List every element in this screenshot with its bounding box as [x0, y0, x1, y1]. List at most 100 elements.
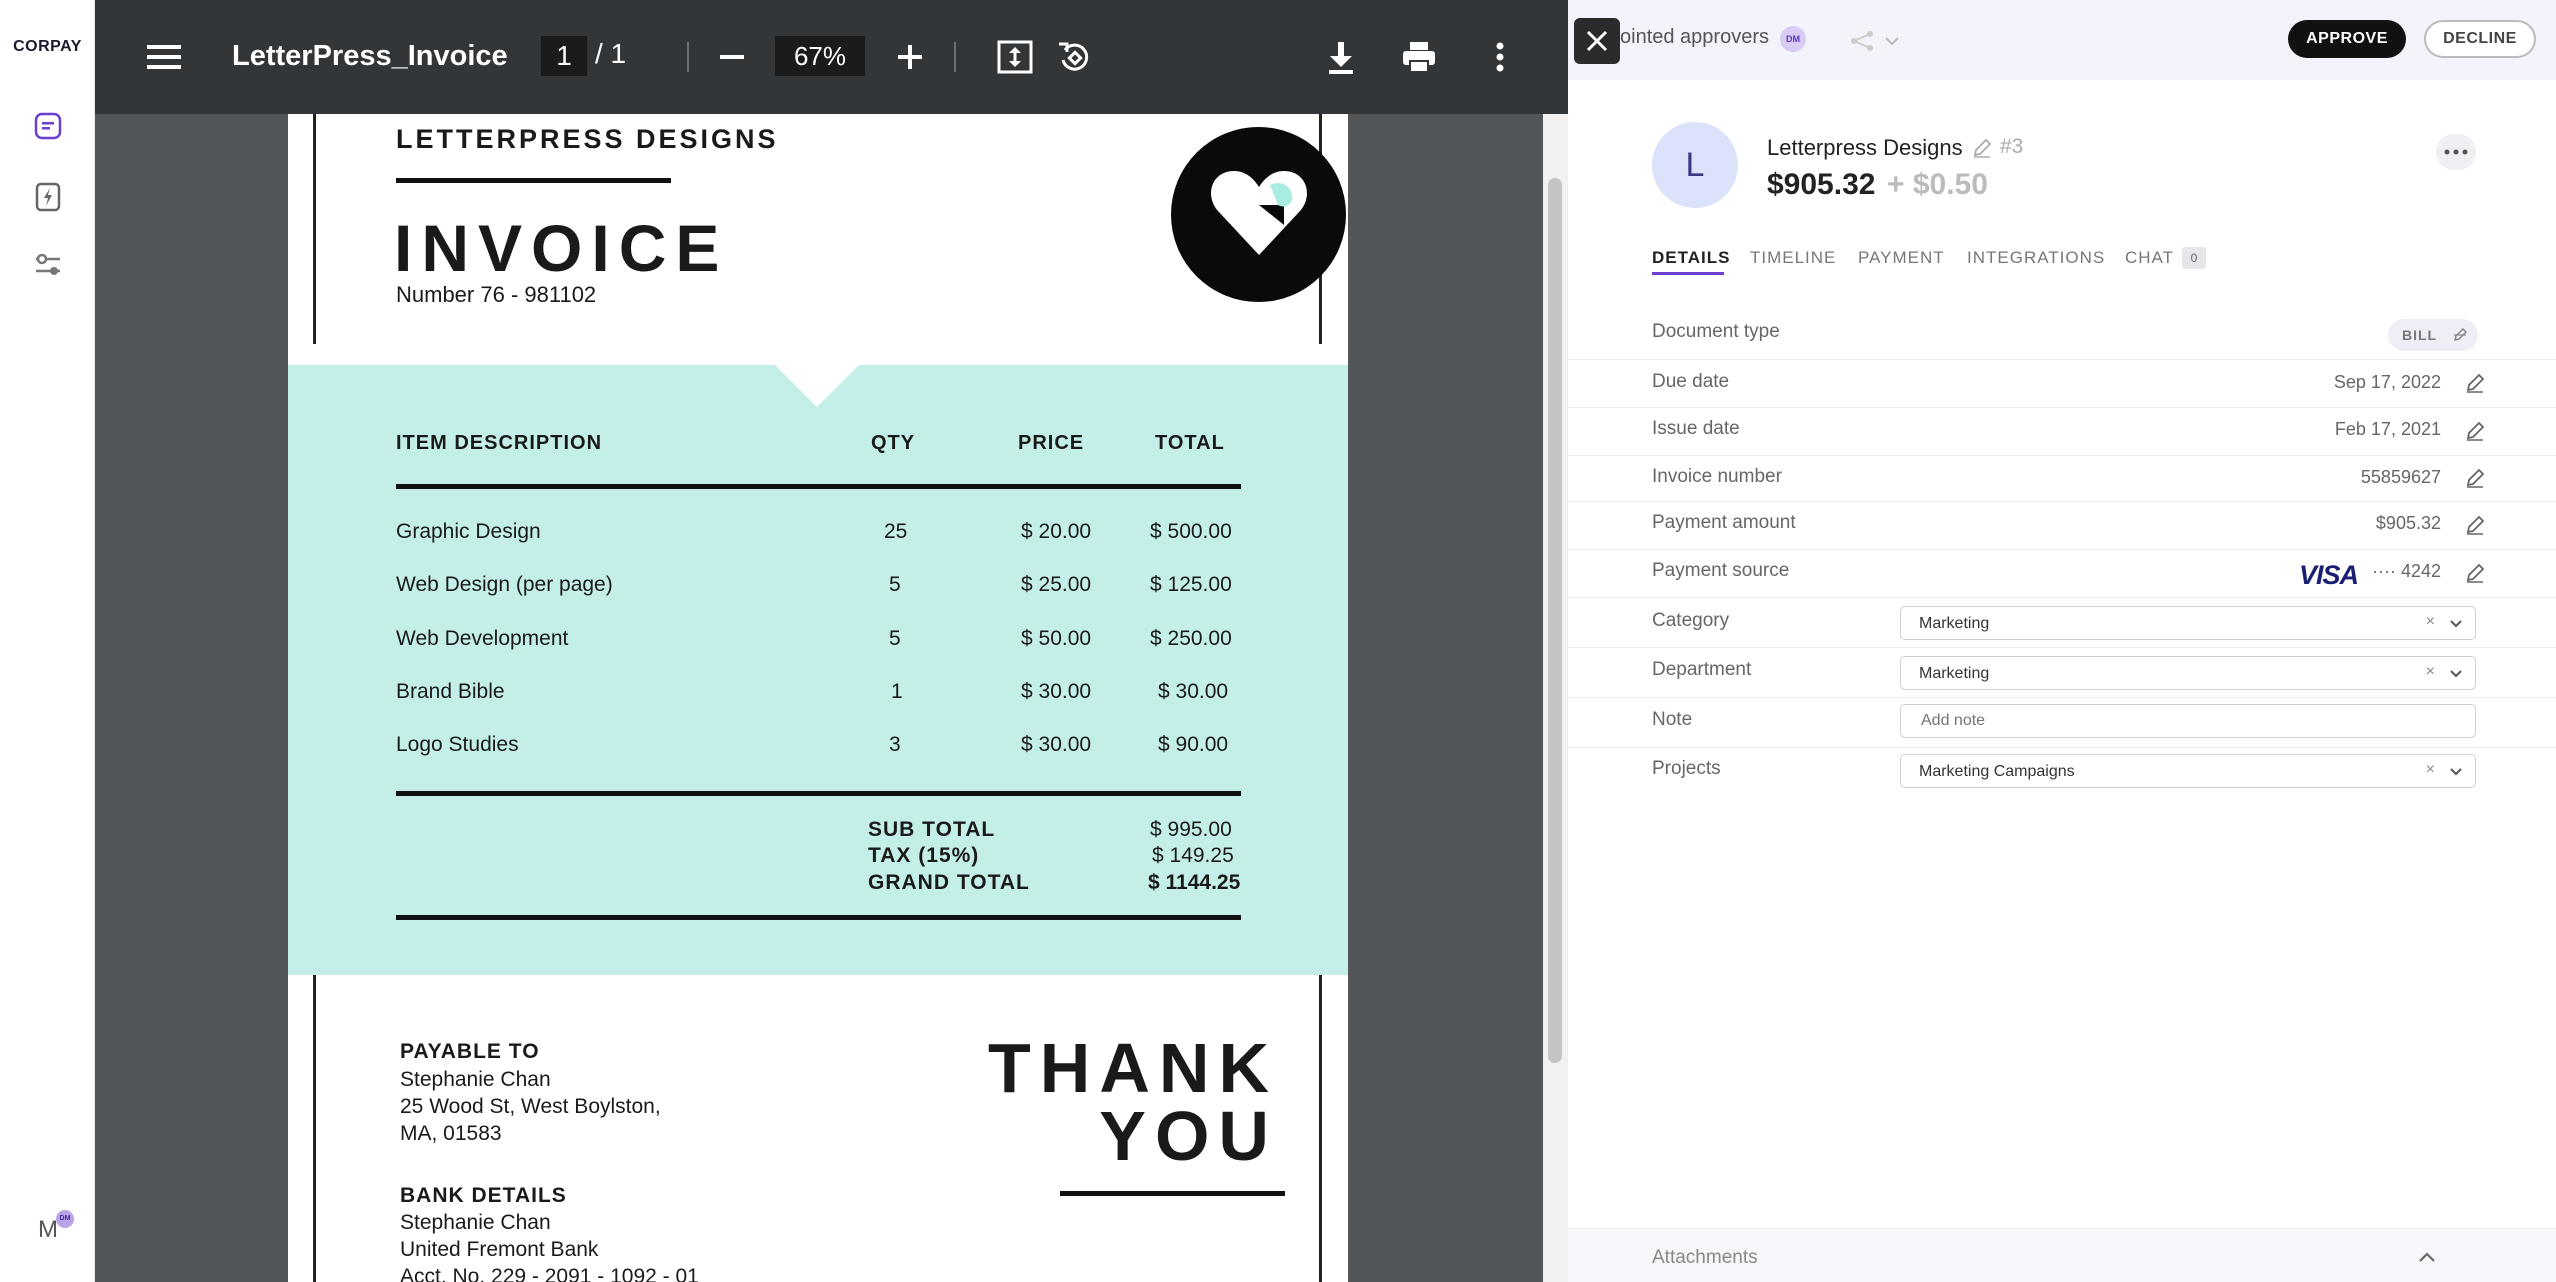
item-total: $ 30.00 — [1158, 680, 1229, 703]
col-header-description: ITEM DESCRIPTION — [396, 432, 603, 454]
pdf-toolbar: LetterPress_Invoice 1 / 1 67% — [95, 0, 1568, 114]
note-input[interactable] — [1900, 704, 2476, 738]
grand-total-value: $ 1144.25 — [1148, 871, 1241, 894]
zoom-out-icon[interactable] — [709, 34, 755, 80]
field-label: Due date — [1652, 371, 1730, 392]
tab-integrations[interactable]: INTEGRATIONS — [1967, 248, 2105, 268]
select-value: Marketing Campaigns — [1919, 763, 2075, 780]
department-select[interactable]: Marketing × — [1900, 656, 2476, 690]
brand-logo: CORPAY — [13, 38, 82, 55]
page-number-input[interactable]: 1 — [541, 36, 587, 76]
item-price: $ 25.00 — [1021, 573, 1092, 596]
tab-timeline[interactable]: TIMELINE — [1750, 248, 1836, 268]
tax-label: TAX (15%) — [868, 844, 980, 867]
clear-icon[interactable]: × — [2426, 613, 2435, 631]
visa-logo: VISA — [2299, 560, 2359, 590]
item-qty: 25 — [884, 520, 908, 543]
details-panel: ointed approvers DM APPROVE DECLINE L Le… — [1568, 0, 2556, 1282]
select-value: Marketing — [1919, 665, 1990, 682]
approver-avatar[interactable]: DM — [1780, 26, 1806, 52]
edit-pencil-icon[interactable] — [2464, 514, 2488, 538]
viewer-scrollbar[interactable] — [1543, 114, 1568, 1282]
field-value: Feb 17, 2021 — [2334, 419, 2441, 439]
thanks-line-2: YOU — [1099, 1097, 1278, 1175]
share-icon[interactable] — [1848, 28, 1918, 54]
field-label: Note — [1652, 709, 1693, 730]
vendor-number: #3 — [2000, 135, 2024, 158]
tab-details[interactable]: DETAILS — [1652, 248, 1730, 268]
field-row-due-date: Due date Sep 17, 2022 — [1568, 360, 2556, 408]
nav-documents-icon[interactable] — [30, 108, 66, 144]
fit-page-icon[interactable] — [992, 34, 1038, 80]
user-badge: DM — [56, 1210, 74, 1228]
invoice-number: Number 76 - 981102 — [396, 282, 597, 307]
close-icon — [1586, 30, 1608, 52]
more-options-icon[interactable] — [1477, 34, 1523, 80]
more-actions-button[interactable] — [2436, 134, 2476, 170]
item-description: Logo Studies — [396, 733, 519, 756]
download-icon[interactable] — [1318, 34, 1364, 80]
panel-topbar: ointed approvers DM APPROVE DECLINE — [1568, 0, 2556, 80]
clear-icon[interactable]: × — [2426, 761, 2435, 779]
approvers-label: ointed approvers — [1620, 26, 1769, 48]
attachments-section[interactable]: Attachments — [1568, 1228, 2556, 1282]
nav-settings-sliders-icon[interactable] — [30, 247, 66, 283]
item-description: Web Development — [396, 627, 569, 650]
bank-account: Acct. No. 229 - 2091 - 1092 - 01 — [400, 1265, 699, 1282]
user-avatar[interactable]: M DM — [28, 1210, 74, 1250]
field-label: Payment source — [1652, 560, 1790, 581]
card-last4: ···· 4242 — [2371, 561, 2441, 581]
subtotal-label: SUB TOTAL — [868, 818, 996, 841]
decline-button[interactable]: DECLINE — [2424, 20, 2536, 58]
field-row-note: Note — [1568, 698, 2556, 748]
item-qty: 5 — [889, 573, 901, 596]
divider — [396, 484, 1241, 489]
invoice-company: LETTERPRESS DESIGNS — [396, 124, 779, 154]
bank-name: United Fremont Bank — [400, 1238, 599, 1261]
edit-pencil-icon[interactable] — [2464, 467, 2488, 491]
print-icon[interactable] — [1396, 34, 1442, 80]
document-type-chip[interactable]: BILL — [2388, 319, 2478, 351]
category-select[interactable]: Marketing × — [1900, 606, 2476, 640]
pdf-viewer: LetterPress_Invoice 1 / 1 67% LETTERPRES… — [95, 0, 1568, 1282]
toolbar-divider — [954, 42, 956, 72]
menu-icon[interactable] — [141, 34, 187, 80]
thanks-line-1: THANK — [988, 1029, 1278, 1107]
nav-payments-icon[interactable] — [30, 179, 66, 215]
tab-payment[interactable]: PAYMENT — [1858, 248, 1945, 268]
chevron-down-icon — [2450, 620, 2462, 628]
switch-type-icon — [2453, 327, 2468, 342]
clear-icon[interactable]: × — [2426, 663, 2435, 681]
grand-total-label: GRAND TOTAL — [868, 871, 1030, 894]
zoom-level[interactable]: 67% — [775, 36, 865, 76]
projects-select[interactable]: Marketing Campaigns × — [1900, 754, 2476, 788]
edit-vendor-pencil-icon[interactable] — [1971, 137, 1993, 159]
edit-pencil-icon[interactable] — [2464, 420, 2488, 444]
payable-address-2: MA, 01583 — [400, 1122, 502, 1145]
close-panel-button[interactable] — [1574, 18, 1620, 64]
divider — [396, 791, 1241, 796]
app-root: CORPAY M DM LetterPress_Invoice 1 / 1 67… — [0, 0, 2556, 1282]
tab-chat[interactable]: CHAT — [2125, 248, 2174, 268]
field-label: Document type — [1652, 321, 1780, 342]
zoom-in-icon[interactable] — [887, 34, 933, 80]
invoice-page: LETTERPRESS DESIGNS INVOICE Number 76 - … — [288, 114, 1348, 1282]
bank-holder: Stephanie Chan — [400, 1211, 551, 1234]
edit-pencil-icon[interactable] — [2464, 562, 2488, 586]
left-rail: CORPAY M DM — [0, 0, 95, 1282]
vendor-name: Letterpress Designs — [1767, 135, 1963, 160]
scrollbar-thumb[interactable] — [1548, 178, 1562, 1063]
rotate-icon[interactable] — [1051, 34, 1097, 80]
approve-button[interactable]: APPROVE — [2288, 20, 2406, 58]
item-qty: 5 — [889, 627, 901, 650]
item-total: $ 90.00 — [1158, 733, 1229, 756]
vendor-avatar: L — [1652, 122, 1738, 208]
edit-pencil-icon[interactable] — [2464, 372, 2488, 396]
divider — [396, 915, 1241, 920]
chevron-up-icon[interactable] — [2417, 1249, 2437, 1265]
page-border — [313, 975, 316, 1282]
payable-label: PAYABLE TO — [400, 1040, 540, 1063]
band-notch — [775, 365, 859, 407]
page-border — [313, 114, 316, 344]
payable-address-1: 25 Wood St, West Boylston, — [400, 1095, 661, 1118]
